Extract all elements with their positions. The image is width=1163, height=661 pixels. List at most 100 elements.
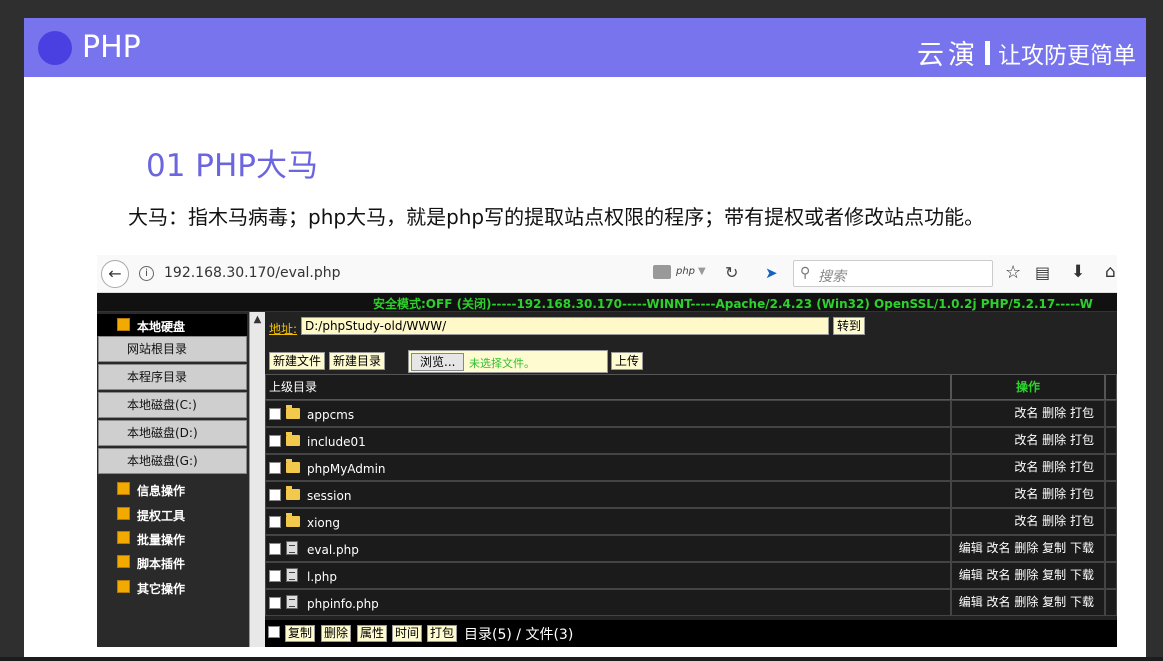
- scroll-up-icon[interactable]: ▲: [250, 312, 265, 328]
- ops-cell[interactable]: 改名 删除 打包: [951, 481, 1105, 508]
- nav-button-disk-c[interactable]: 本地磁盘(C:): [98, 392, 247, 418]
- row-checkbox[interactable]: [269, 462, 281, 474]
- nav-item-batch[interactable]: 批量操作: [97, 528, 247, 550]
- section-title: 01 PHP大马: [146, 148, 318, 184]
- ops-cell[interactable]: 编辑 改名 删除 复制 下载: [951, 589, 1105, 616]
- row-checkbox[interactable]: [269, 597, 281, 609]
- nav-item-other[interactable]: 其它操作: [97, 577, 247, 599]
- nav-item-privesc[interactable]: 提权工具: [97, 504, 247, 526]
- new-dir-button[interactable]: 新建目录: [329, 352, 386, 370]
- file-name-link[interactable]: l.php: [307, 570, 337, 584]
- row-checkbox[interactable]: [269, 435, 281, 447]
- file-name-link[interactable]: session: [307, 489, 351, 503]
- table-header: 上级目录 操作: [265, 374, 1117, 400]
- extension-icon[interactable]: ➤: [765, 264, 778, 282]
- info-icon[interactable]: i: [139, 266, 154, 281]
- folder-icon: [286, 486, 300, 500]
- reload-icon[interactable]: ↻: [725, 263, 738, 282]
- ops-cell[interactable]: 改名 删除 打包: [951, 508, 1105, 535]
- download-icon[interactable]: ⬇: [1071, 262, 1085, 282]
- nav-button-program-dir[interactable]: 本程序目录: [98, 364, 247, 390]
- url-field[interactable]: 192.168.30.170/eval.php: [164, 265, 341, 281]
- nav-local-disk[interactable]: 本地硬盘: [97, 314, 247, 336]
- new-file-button[interactable]: 新建文件: [269, 352, 326, 370]
- footer-bar: 复制 删除 属性 时间 打包 目录(5) / 文件(3): [265, 620, 1117, 647]
- ops-cell[interactable]: 改名 删除 打包: [951, 400, 1105, 427]
- nav-item-label: 提权工具: [137, 509, 186, 523]
- slide-header: PHP 云演 让攻防更简单: [24, 18, 1146, 77]
- ops-cell[interactable]: 改名 删除 打包: [951, 454, 1105, 481]
- extra-cell: [1105, 535, 1117, 562]
- ops-cell[interactable]: 编辑 改名 删除 复制 下载: [951, 535, 1105, 562]
- row-checkbox[interactable]: [269, 570, 281, 582]
- chevron-down-icon[interactable]: ▼: [698, 266, 706, 277]
- nav-item-info[interactable]: 信息操作: [97, 479, 247, 501]
- nav-item-label: 脚本插件: [137, 557, 186, 571]
- address-input[interactable]: D:/phpStudy-old/WWW/: [301, 317, 829, 335]
- row-checkbox[interactable]: [269, 543, 281, 555]
- nav-button-disk-d[interactable]: 本地磁盘(D:): [98, 420, 247, 446]
- attributes-button[interactable]: 属性: [357, 625, 388, 642]
- extra-cell: [1105, 400, 1117, 427]
- php-label: php: [676, 266, 696, 277]
- browse-button[interactable]: 浏览...: [411, 353, 465, 371]
- folder-icon: [117, 482, 130, 495]
- file-name-link[interactable]: phpMyAdmin: [307, 462, 386, 476]
- file-chooser[interactable]: 浏览... 未选择文件。: [408, 350, 608, 373]
- back-arrow-icon[interactable]: ←: [101, 260, 129, 288]
- scrollbar[interactable]: ▲: [249, 312, 265, 647]
- row-checkbox[interactable]: [269, 489, 281, 501]
- extra-cell: [1105, 562, 1117, 589]
- extra-cell: [1105, 481, 1117, 508]
- file-icon: [286, 568, 298, 582]
- ops-cell[interactable]: 改名 删除 打包: [951, 427, 1105, 454]
- file-name-link[interactable]: eval.php: [307, 543, 359, 557]
- name-cell: phpinfo.php: [265, 589, 951, 616]
- name-cell: include01: [265, 427, 951, 454]
- home-icon[interactable]: ⌂: [1105, 262, 1116, 282]
- file-name-link[interactable]: appcms: [307, 408, 354, 422]
- brand-slogan: 让攻防更简单: [998, 42, 1136, 69]
- go-button[interactable]: 转到: [833, 317, 866, 335]
- table-row: phpinfo.php 编辑 改名 删除 复制 下载: [265, 589, 1117, 616]
- window-frame-right: [1146, 0, 1163, 661]
- reader-icon[interactable]: ▤: [1035, 263, 1050, 282]
- file-name-link[interactable]: include01: [307, 435, 366, 449]
- brand-separator: [985, 40, 990, 65]
- parent-dir-link[interactable]: 上级目录: [265, 374, 951, 400]
- no-file-label: 未选择文件。: [469, 357, 535, 370]
- copy-button[interactable]: 复制: [285, 625, 316, 642]
- status-bar: 安全模式:OFF (关闭)-----192.168.30.170-----WIN…: [97, 293, 1117, 312]
- nav-button-disk-g[interactable]: 本地磁盘(G:): [98, 448, 247, 474]
- star-icon[interactable]: ☆: [1005, 262, 1021, 283]
- window-frame-left: [0, 0, 24, 661]
- select-all-checkbox[interactable]: [268, 626, 280, 638]
- file-name-link[interactable]: xiong: [307, 516, 340, 530]
- row-checkbox[interactable]: [269, 408, 281, 420]
- row-checkbox[interactable]: [269, 516, 281, 528]
- nav-local-disk-label: 本地硬盘: [137, 320, 186, 334]
- folder-icon: [117, 531, 130, 544]
- file-icon: [286, 595, 298, 609]
- item-count: 目录(5) / 文件(3): [464, 627, 574, 643]
- folder-icon: [286, 459, 300, 473]
- nav-item-scripts[interactable]: 脚本插件: [97, 552, 247, 574]
- search-placeholder: 搜索: [818, 269, 846, 285]
- delete-button[interactable]: 删除: [321, 625, 352, 642]
- ops-cell[interactable]: 编辑 改名 删除 复制 下载: [951, 562, 1105, 589]
- upload-button[interactable]: 上传: [611, 352, 644, 370]
- nav-item-label: 信息操作: [137, 484, 186, 498]
- search-input[interactable]: ⚲ 搜索: [793, 260, 993, 287]
- table-row: l.php 编辑 改名 删除 复制 下载: [265, 562, 1117, 589]
- table-row: eval.php 编辑 改名 删除 复制 下载: [265, 535, 1117, 562]
- pack-button[interactable]: 打包: [427, 625, 458, 642]
- nav-button-web-root[interactable]: 网站根目录: [98, 336, 247, 362]
- file-name-link[interactable]: phpinfo.php: [307, 597, 379, 611]
- table-row: appcms 改名 删除 打包: [265, 400, 1117, 427]
- file-icon: [286, 541, 298, 555]
- time-button[interactable]: 时间: [392, 625, 423, 642]
- search-icon: ⚲: [800, 265, 811, 281]
- brand-name: 云演: [917, 40, 979, 71]
- section-description: 大马：指木马病毒；php大马，就是php写的提取站点权限的程序；带有提权或者修改…: [128, 205, 985, 229]
- nav-item-label: 其它操作: [137, 582, 186, 596]
